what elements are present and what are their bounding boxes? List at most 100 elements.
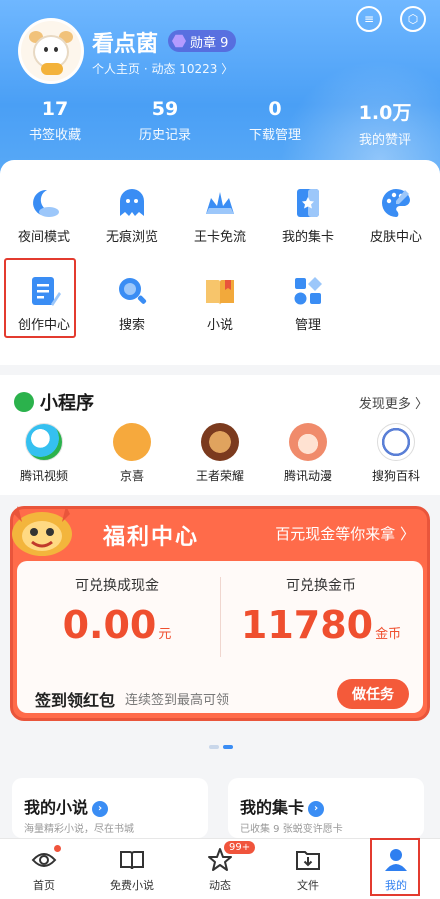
stat-downloads[interactable]: 0 下载管理 (220, 98, 330, 148)
card-collection-icon (291, 186, 325, 220)
grid-label: 王卡免流 (193, 230, 246, 245)
grid-label: 小说 (206, 318, 233, 333)
grid-label: 夜间模式 (17, 230, 70, 245)
stat-label: 下载管理 (248, 128, 301, 143)
coin-balance[interactable]: 可兑换金币 11780 金币 (221, 575, 421, 647)
search-icon (115, 274, 149, 308)
sogou-baike-icon (377, 423, 415, 461)
do-task-button[interactable]: 做任务 (337, 679, 409, 709)
mine-tab-highlight (370, 838, 420, 896)
grid-item-manage[interactable]: 管理 (264, 270, 352, 358)
folder-download-icon (295, 847, 321, 873)
card-title: 我的小说 (24, 798, 89, 817)
grid-item-search[interactable]: 搜索 (88, 270, 176, 358)
cash-balance[interactable]: 可兑换成现金 0.00 元 (17, 575, 217, 647)
unread-count-badge: 99+ (224, 841, 256, 854)
grid-item-night-mode[interactable]: 夜间模式 (0, 182, 88, 270)
stat-bookmarks[interactable]: 17 书签收藏 (0, 98, 110, 148)
card-title: 我的集卡 (240, 798, 305, 817)
medal-badge[interactable]: 勋章 9 (168, 30, 237, 52)
open-book-icon (119, 847, 145, 873)
welfare-body: 可兑换成现金 0.00 元 可兑换金币 11780 金币 签到领红包 连续签到最高可… (17, 561, 423, 713)
mini-app-label: 王者荣耀 (195, 469, 244, 483)
stat-value: 1.0万 (358, 102, 412, 124)
mini-program-icon (14, 392, 34, 412)
mini-app-tencent-comics[interactable]: 腾讯动漫 (264, 423, 352, 484)
stat-label: 我的赞评 (358, 133, 411, 148)
mini-app-tencent-video[interactable]: 腾讯视频 (0, 423, 88, 484)
discover-more-link[interactable]: 发现更多 〉 (359, 393, 428, 412)
coin-unit: 金币 (375, 627, 402, 642)
username[interactable]: 看点菌 (92, 26, 158, 58)
medal-label: 勋章 9 (190, 35, 229, 51)
jingxi-icon (113, 423, 151, 461)
mini-app-label: 腾讯视频 (19, 469, 68, 483)
welfare-promo-link[interactable]: 百元现金等你来拿 〉 (275, 523, 415, 544)
grid-item-incognito[interactable]: 无痕浏览 (88, 182, 176, 270)
coin-label: 可兑换金币 (286, 578, 356, 594)
tab-label: 动态 (209, 879, 231, 892)
message-icon[interactable]: ≡ (356, 6, 382, 32)
mini-programs-section: 小程序 发现更多 〉 腾讯视频 京喜 王者荣耀 腾讯动漫 搜狗百科 (0, 375, 440, 495)
tab-label: 免费小说 (110, 879, 154, 892)
grid-item-skin-center[interactable]: 皮肤中心 (352, 182, 440, 270)
eye-icon (31, 845, 61, 873)
grid-label: 皮肤中心 (369, 230, 422, 245)
tab-files[interactable]: 文件 (264, 839, 352, 899)
grid-label: 我的集卡 (281, 230, 334, 245)
mini-app-label: 搜狗百科 (371, 469, 420, 483)
stat-value: 0 (268, 98, 282, 120)
cash-value: 0.00 (62, 603, 157, 647)
tencent-comics-icon (289, 423, 327, 461)
stat-likes[interactable]: 1.0万 我的赞评 (330, 98, 440, 148)
tencent-video-icon (25, 423, 63, 461)
honor-of-kings-icon (201, 423, 239, 461)
palette-icon (379, 186, 413, 220)
mini-app-honor-of-kings[interactable]: 王者荣耀 (176, 423, 264, 484)
profile-link[interactable]: 个人主页 · 动态 10223 〉 (92, 60, 233, 77)
grid-item-my-cards[interactable]: 我的集卡 (264, 182, 352, 270)
medal-icon (172, 34, 186, 48)
cash-unit: 元 (158, 627, 172, 642)
grid-label: 搜索 (118, 318, 145, 333)
carousel-indicator (209, 745, 233, 749)
card-subtitle: 已收集 9 张蜕变许愿卡 (240, 824, 343, 835)
book-icon (203, 274, 237, 308)
avatar[interactable] (18, 18, 84, 84)
stat-label: 书签收藏 (28, 128, 81, 143)
stat-value: 59 (151, 98, 179, 120)
grid-label: 无痕浏览 (105, 230, 158, 245)
night-mode-icon (27, 186, 61, 220)
grid-item-king-card[interactable]: 王卡免流 (176, 182, 264, 270)
sign-in-subtitle: 连续签到最高可领 (125, 693, 230, 708)
crown-icon (203, 186, 237, 220)
ghost-icon (115, 186, 149, 220)
my-cards-card[interactable]: 我的集卡 › 已收集 9 张蜕变许愿卡 (228, 778, 424, 838)
mini-app-jingxi[interactable]: 京喜 (88, 423, 176, 484)
cash-label: 可兑换成现金 (75, 578, 159, 594)
my-novels-card[interactable]: 我的小说 › 海量精彩小说，尽在书城 (12, 778, 208, 838)
grid-label: 管理 (294, 318, 321, 333)
chevron-right-icon: › (308, 800, 325, 817)
grid-item-novel[interactable]: 小说 (176, 270, 264, 358)
mini-programs-title: 小程序 (14, 389, 94, 415)
settings-icon[interactable]: ⬡ (400, 6, 426, 32)
profile-header: ≡ ⬡ 看点菌 勋章 9 个人主页 · 动态 10223 〉 17 书签收藏 5… (0, 0, 440, 175)
tab-label: 首页 (33, 879, 55, 892)
stat-value: 17 (41, 98, 69, 120)
stats-row: 17 书签收藏 59 历史记录 0 下载管理 1.0万 我的赞评 (0, 98, 440, 148)
mini-app-sogou-baike[interactable]: 搜狗百科 (352, 423, 440, 484)
header-actions: ≡ ⬡ (356, 6, 426, 32)
card-subtitle: 海量精彩小说，尽在书城 (24, 824, 134, 835)
coin-value: 11780 (240, 603, 374, 647)
tab-home[interactable]: 首页 (0, 839, 88, 899)
stat-history[interactable]: 59 历史记录 (110, 98, 220, 148)
manage-icon (291, 274, 325, 308)
welfare-title: 福利中心 (103, 525, 200, 550)
chevron-right-icon: › (92, 800, 109, 817)
mini-programs-label: 小程序 (40, 393, 94, 414)
tab-free-novels[interactable]: 免费小说 (88, 839, 176, 899)
creation-center-highlight (4, 258, 76, 338)
tab-feed[interactable]: 99+ 动态 (176, 839, 264, 899)
lion-mascot-icon (12, 506, 72, 556)
